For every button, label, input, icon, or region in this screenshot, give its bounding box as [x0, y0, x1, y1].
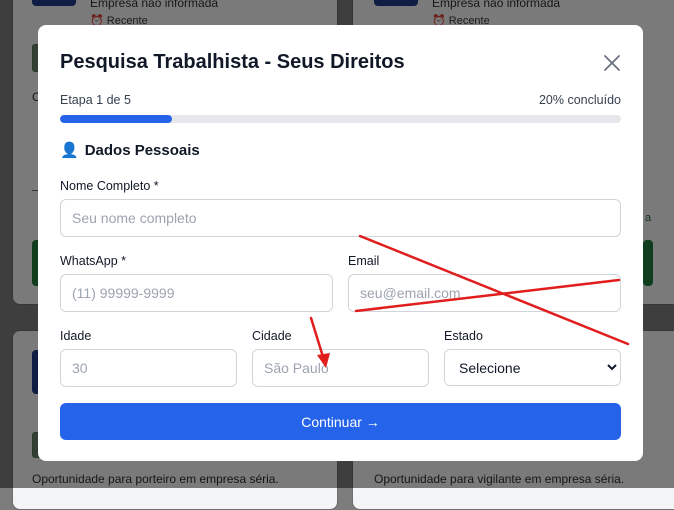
progress-bar [60, 115, 621, 123]
close-button[interactable] [600, 51, 624, 75]
whatsapp-input[interactable] [60, 274, 333, 312]
whatsapp-label: WhatsApp * [60, 254, 127, 268]
age-input[interactable] [60, 349, 237, 387]
city-input[interactable] [252, 349, 429, 387]
progress-percent: 20% concluído [538, 93, 621, 107]
name-input[interactable] [60, 199, 621, 237]
state-label: Estado [444, 329, 483, 343]
close-icon [604, 55, 620, 71]
email-input[interactable] [348, 274, 621, 312]
city-label: Cidade [252, 329, 292, 343]
email-label: Email [348, 254, 380, 268]
continue-button[interactable]: Continuar → [60, 403, 621, 440]
step-indicator: Etapa 1 de 5 [60, 93, 131, 107]
progress-fill [60, 115, 173, 123]
survey-modal: Pesquisa Trabalhista - Seus Direitos Eta… [38, 25, 643, 461]
age-label: Idade [60, 329, 92, 343]
modal-title: Pesquisa Trabalhista - Seus Direitos [60, 51, 405, 73]
name-label: Nome Completo * [60, 179, 159, 193]
section-title: Dados Pessoais [84, 141, 200, 159]
person-icon: 👤 [60, 142, 79, 159]
state-select[interactable]: Selecione [444, 349, 621, 386]
section-heading: 👤 Dados Pessoais [60, 141, 200, 160]
